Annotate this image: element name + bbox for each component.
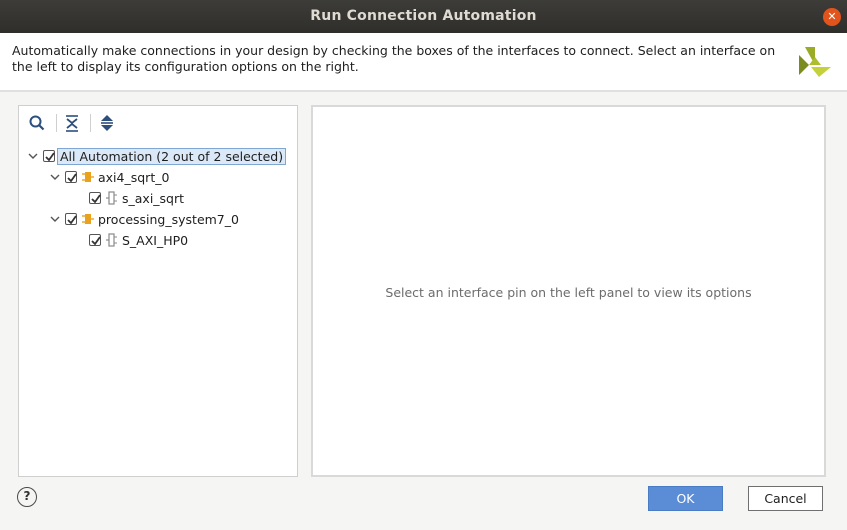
toolbar-separator xyxy=(90,114,91,132)
tree-item-axi4-sqrt-0[interactable]: axi4_sqrt_0 xyxy=(49,167,169,187)
options-panel: Select an interface pin on the left pane… xyxy=(311,105,826,477)
interface-pin-icon xyxy=(106,233,117,247)
help-icon: ? xyxy=(23,489,31,503)
s-axi-hp0-checkbox[interactable] xyxy=(89,234,101,246)
xilinx-logo-icon xyxy=(799,47,831,77)
tree-item-label[interactable]: s_axi_sqrt xyxy=(122,191,184,206)
help-button[interactable]: ? xyxy=(17,487,37,507)
options-hint: Select an interface pin on the left pane… xyxy=(385,285,752,300)
header-banner: Automatically make connections in your d… xyxy=(0,33,847,92)
search-icon[interactable] xyxy=(28,114,46,132)
tree-root-label[interactable]: All Automation (2 out of 2 selected) xyxy=(57,147,287,165)
expand-all-icon[interactable] xyxy=(98,114,116,132)
close-button[interactable]: ✕ xyxy=(823,8,841,26)
collapse-all-icon[interactable] xyxy=(63,114,81,132)
close-icon: ✕ xyxy=(827,10,837,23)
processing-system7-checkbox[interactable] xyxy=(65,213,77,225)
root-checkbox[interactable] xyxy=(43,150,55,162)
tree-toolbar xyxy=(19,106,297,140)
chevron-down-icon[interactable] xyxy=(27,150,39,162)
ok-button[interactable]: OK xyxy=(648,486,723,511)
interface-pin-icon xyxy=(106,191,117,205)
tree-item-label[interactable]: axi4_sqrt_0 xyxy=(98,170,169,185)
tree-root-row[interactable]: All Automation (2 out of 2 selected) xyxy=(27,146,287,166)
tree-item-processing-system7-0[interactable]: processing_system7_0 xyxy=(49,209,239,229)
chevron-down-icon[interactable] xyxy=(49,171,61,183)
ip-block-icon xyxy=(82,172,94,182)
ip-block-icon xyxy=(82,214,94,224)
chevron-down-icon[interactable] xyxy=(49,213,61,225)
tree-item-s-axi-hp0[interactable]: S_AXI_HP0 xyxy=(89,230,188,250)
title-bar: Run Connection Automation ✕ xyxy=(0,0,847,33)
tree-item-label[interactable]: processing_system7_0 xyxy=(98,212,239,227)
tree-item-s-axi-sqrt[interactable]: s_axi_sqrt xyxy=(89,188,184,208)
cancel-button[interactable]: Cancel xyxy=(748,486,823,511)
automation-tree-panel: All Automation (2 out of 2 selected) axi… xyxy=(18,105,298,477)
tree-item-label[interactable]: S_AXI_HP0 xyxy=(122,233,188,248)
s-axi-sqrt-checkbox[interactable] xyxy=(89,192,101,204)
header-description: Automatically make connections in your d… xyxy=(12,43,776,74)
axi4-sqrt-checkbox[interactable] xyxy=(65,171,77,183)
toolbar-separator xyxy=(56,114,57,132)
window-title: Run Connection Automation xyxy=(310,8,537,24)
